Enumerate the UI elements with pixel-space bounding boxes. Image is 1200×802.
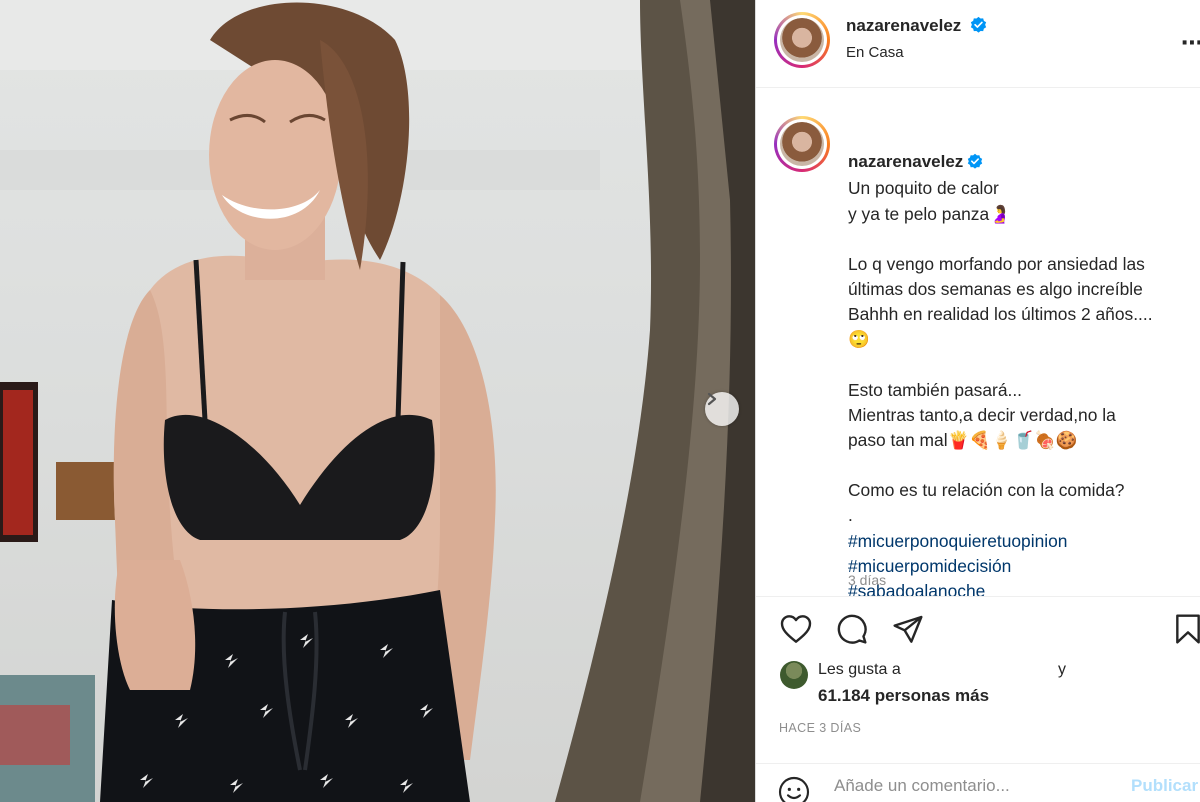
share-icon	[892, 614, 924, 649]
liker-avatar[interactable]	[780, 661, 808, 689]
comment-input[interactable]	[834, 776, 1114, 796]
post-caption: nazarenavelez Un poquito de calor y ya t…	[848, 124, 1188, 604]
more-icon[interactable]: ⋯	[1181, 30, 1200, 56]
bookmark-icon	[1173, 613, 1200, 650]
heart-icon	[780, 614, 812, 649]
post-actions: Les gusta a y 61.184 personas más HACE 3…	[756, 596, 1200, 802]
caption-line-4: Como es tu relación con la comida? .	[848, 480, 1125, 526]
caption-username[interactable]: nazarenavelez	[848, 152, 963, 171]
author-username[interactable]: nazarenavelez	[846, 16, 961, 35]
comment-bar: Publicar	[756, 763, 1200, 802]
author-avatar[interactable]	[774, 12, 830, 68]
publish-button[interactable]: Publicar	[1131, 776, 1198, 796]
caption-line-1: Un poquito de calor y ya te pelo panza🤰	[848, 178, 1011, 224]
save-button[interactable]	[1170, 613, 1200, 649]
post-location[interactable]: En Casa	[846, 44, 904, 61]
share-button[interactable]	[890, 613, 926, 649]
author-name-row: nazarenavelez	[846, 16, 987, 38]
caption-line-3: Esto también pasará... Mientras tanto,a …	[848, 379, 1116, 451]
caption-author-avatar[interactable]	[774, 116, 830, 172]
hashtag-link[interactable]: #micuerpomidecisión	[848, 554, 1188, 579]
photo-illustration	[0, 0, 755, 802]
likes-connector: y	[1058, 661, 1066, 678]
hashtag-link[interactable]: #micuerponoquieretuopinion	[848, 529, 1188, 554]
caption-time-ago: 3 días	[848, 572, 887, 588]
post-date[interactable]: HACE 3 DÍAS	[779, 721, 861, 735]
verified-badge-icon	[967, 151, 983, 176]
likes-prefix: Les gusta a	[818, 661, 901, 678]
post-photo[interactable]	[0, 0, 755, 802]
verified-badge-icon	[970, 16, 987, 38]
comment-icon	[836, 613, 868, 650]
post-side-panel: nazarenavelez En Casa ⋯ nazarenavelez Un…	[756, 0, 1200, 802]
comment-button[interactable]	[834, 613, 870, 649]
like-button[interactable]	[778, 613, 814, 649]
emoji-icon[interactable]	[778, 776, 810, 802]
next-photo-button[interactable]	[705, 392, 739, 426]
post-header: nazarenavelez En Casa ⋯	[756, 0, 1200, 88]
likes-count[interactable]: 61.184 personas más	[818, 686, 989, 706]
caption-line-2: Lo q vengo morfando por ansiedad las últ…	[848, 253, 1153, 350]
